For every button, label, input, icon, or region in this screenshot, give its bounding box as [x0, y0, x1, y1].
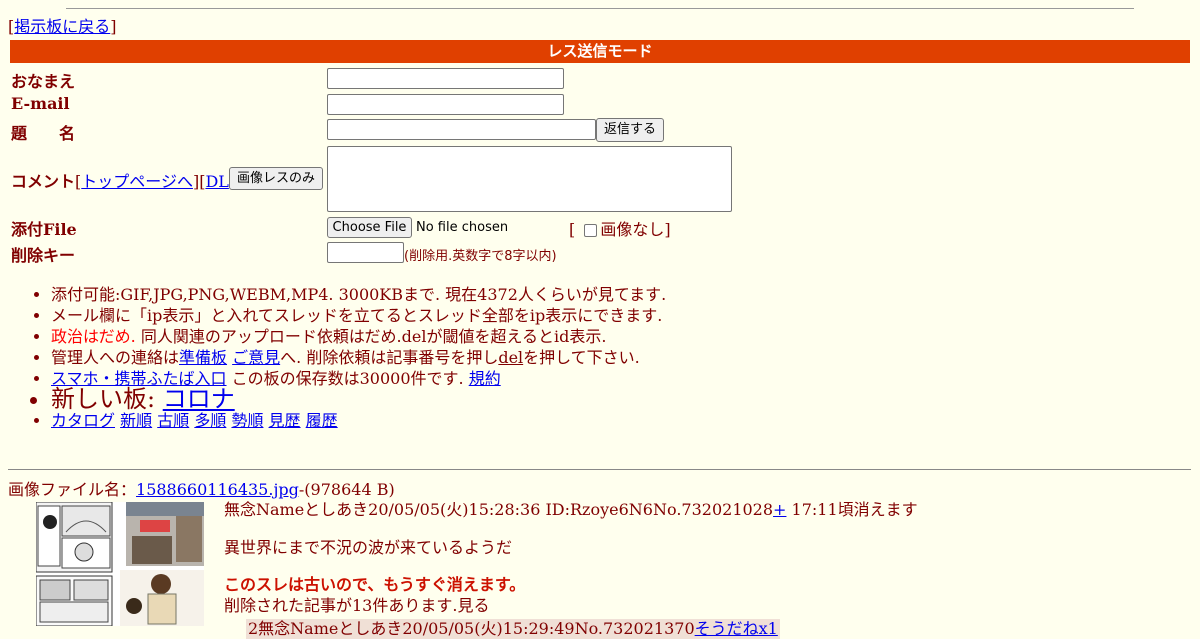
- email-input[interactable]: [327, 94, 564, 115]
- rule-contact: 管理人への連絡は準備板 ご意見へ. 削除依頼は記事番号を押しdelを押して下さい…: [51, 347, 666, 368]
- new-board-notice: 新しい板: コロナ: [51, 387, 666, 411]
- sort-momentum-link[interactable]: 勢順: [231, 411, 263, 430]
- bracket-mid: ][: [192, 172, 206, 191]
- bracket-close: ]: [110, 17, 117, 36]
- no-image-option: [ 画像なし]: [569, 216, 671, 240]
- image-file-size: -(978644 B): [298, 480, 395, 499]
- thread-thumbnail[interactable]: [36, 502, 204, 626]
- image-only-button[interactable]: 画像レスのみ: [229, 167, 323, 190]
- rule-contact-text-3: を押して下さい.: [523, 348, 640, 367]
- reply-form: レス送信モード おなまえ E-mail 題 名 返信する コメント[トップページ…: [10, 40, 1190, 265]
- name-input[interactable]: [327, 68, 564, 89]
- back-to-board-link[interactable]: 掲示板に戻る: [14, 17, 110, 36]
- view-history-link[interactable]: 見歴: [269, 411, 301, 430]
- rule-politics-warning: 政治はだめ.: [51, 327, 136, 346]
- file-label: 添付File: [11, 220, 77, 239]
- image-file-label: 画像ファイル名：: [8, 480, 137, 499]
- rule-contact-text: 管理人への連絡は: [51, 348, 180, 367]
- prep-board-link[interactable]: 準備板: [179, 348, 227, 367]
- top-divider: [66, 8, 1134, 9]
- rule-contact-text-2: へ. 削除依頼は記事番号を押し: [280, 348, 499, 367]
- mode-title: レス送信モード: [10, 40, 1190, 63]
- post-history-link[interactable]: 履歴: [306, 411, 338, 430]
- breadcrumb: [掲示板に戻る]: [8, 17, 117, 37]
- catalog-link[interactable]: カタログ: [51, 411, 115, 430]
- delete-key-label: 削除キー: [11, 246, 76, 265]
- rule-file-types: 添付可能:GIF,JPG,PNG,WEBM,MP4. 3000KBまで. 現在4…: [51, 284, 666, 305]
- delete-key-note: (削除用.英数字で8字以内): [404, 249, 557, 264]
- top-page-link[interactable]: トップページへ: [81, 172, 193, 191]
- new-board-text: 新しい板:: [51, 385, 163, 413]
- name-label: おなまえ: [11, 72, 76, 91]
- image-file-line: 画像ファイル名：1588660116435.jpg-(978644 B): [8, 480, 395, 500]
- corona-board-link[interactable]: コロナ: [163, 385, 235, 413]
- rule-storage-text: この板の保存数は30000件です.: [226, 369, 469, 388]
- reply-meta: 2無念Nameとしあき20/05/05(火)15:29:49No.7320213…: [248, 619, 695, 638]
- reply-post: 2無念Nameとしあき20/05/05(火)15:29:49No.7320213…: [246, 619, 780, 639]
- del-label: del: [498, 348, 524, 367]
- soudane-plus-link[interactable]: +: [773, 500, 786, 519]
- comment-label-row: コメント[トップページへ][DL]: [11, 168, 235, 192]
- old-thread-warning: このスレは古いので、もうすぐ消えます。: [224, 575, 526, 594]
- comment-label: コメント: [11, 172, 76, 191]
- thread-divider: [8, 469, 1191, 470]
- feedback-link[interactable]: ご意見: [232, 348, 280, 367]
- subject-label: 題 名: [11, 124, 76, 143]
- image-file-link[interactable]: 1588660116435.jpg: [136, 480, 299, 499]
- soudane-link[interactable]: そうだねx1: [695, 619, 778, 638]
- sort-old-link[interactable]: 古順: [157, 411, 189, 430]
- subject-input[interactable]: [327, 119, 596, 140]
- rule-ip-display: メール欄に「ip表示」と入れてスレッドを立てるとスレッド全部をip表示にできます…: [51, 305, 666, 326]
- delete-key-input[interactable]: [327, 242, 404, 263]
- no-image-label: 画像なし]: [600, 220, 671, 239]
- post-meta: 無念Nameとしあき20/05/05(火)15:28:36 ID:Rzoye6N…: [224, 500, 774, 519]
- email-label: E-mail: [11, 94, 70, 113]
- bracket-open: [: [569, 220, 576, 239]
- sort-links: カタログ 新順 古順 多順 勢順 見歴 履歴: [51, 410, 666, 431]
- expire-time: 17:11頃消えます: [786, 500, 918, 519]
- file-status: No file chosen: [416, 220, 509, 235]
- sort-new-link[interactable]: 新順: [120, 411, 152, 430]
- terms-link[interactable]: 規約: [469, 369, 501, 388]
- submit-button[interactable]: 返信する: [596, 118, 664, 142]
- deleted-posts-notice[interactable]: 削除された記事が13件あります.見る: [224, 596, 489, 616]
- rule-politics: 政治はだめ. 同人関連のアップロード依頼はだめ.delが閾値を超えるとid表示.: [51, 326, 666, 347]
- board-rules: 添付可能:GIF,JPG,PNG,WEBM,MP4. 3000KBまで. 現在4…: [12, 284, 666, 431]
- comment-textarea[interactable]: [327, 146, 732, 212]
- choose-file-button[interactable]: Choose File: [327, 217, 412, 238]
- rule-politics-text: 同人関連のアップロード依頼はだめ.delが閾値を超えるとid表示.: [135, 327, 607, 346]
- no-image-checkbox[interactable]: [584, 224, 598, 237]
- sort-many-link[interactable]: 多順: [194, 411, 226, 430]
- manga-thumbnail-image: [36, 502, 204, 626]
- post-header: 無念Nameとしあき20/05/05(火)15:28:36 ID:Rzoye6N…: [224, 500, 918, 520]
- dl-link[interactable]: DL: [205, 172, 228, 191]
- post-body: 異世界にまで不況の波が来ているようだ: [224, 538, 513, 557]
